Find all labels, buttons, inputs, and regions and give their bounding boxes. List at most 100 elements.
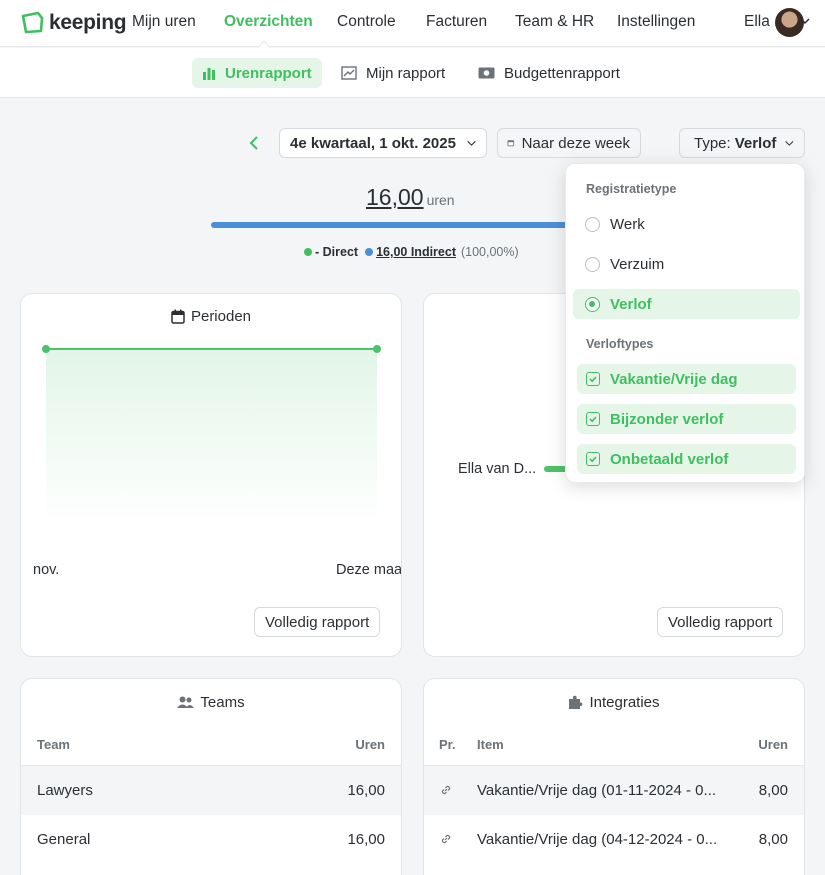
sub-navigation: Urenrapport Mijn rapport Budgettenrappor… <box>0 48 825 98</box>
radio-icon <box>585 216 600 232</box>
option-label: Werk <box>610 215 645 233</box>
teams-title: Teams <box>21 694 401 711</box>
total-hours: 16,00 uren <box>366 184 455 211</box>
integrations-title-text: Integraties <box>589 694 660 711</box>
full-report-button[interactable]: Volledig rapport <box>657 607 784 637</box>
option-label: Verlof <box>610 295 652 313</box>
chevron-left-icon[interactable] <box>246 134 264 152</box>
integration-hours: 8,00 <box>758 831 788 848</box>
link-icon[interactable] <box>440 783 452 800</box>
chevron-down-icon <box>467 140 476 146</box>
option-label: Verzuim <box>610 255 665 273</box>
period-point-start[interactable] <box>42 345 50 353</box>
tab-mijn-rapport[interactable]: Mijn rapport <box>331 58 455 88</box>
checkbox-checked-icon <box>586 372 600 386</box>
option-werk[interactable]: Werk <box>573 209 800 239</box>
nav-controle[interactable]: Controle <box>337 13 396 31</box>
nav-overzichten[interactable]: Overzichten <box>224 13 313 31</box>
top-navigation: keeping Mijn uren Overzichten Controle F… <box>0 0 825 48</box>
hours-progress-bar <box>211 222 614 228</box>
option-verlof[interactable]: Verlof <box>573 289 800 319</box>
x-axis-start-label: nov. <box>33 562 60 578</box>
leave-types-heading: Verloftypes <box>586 337 654 351</box>
direct-label: - Direct <box>315 245 359 259</box>
leave-type-label: Bijzonder verlof <box>610 410 724 428</box>
this-week-label: Naar deze week <box>521 134 630 152</box>
money-icon <box>478 67 495 79</box>
type-filter-button[interactable]: Type: Verlof <box>679 128 805 158</box>
keeping-logo-icon <box>21 11 44 34</box>
period-point-end[interactable] <box>373 345 381 353</box>
total-hours-unit: uren <box>426 192 455 208</box>
tab-urenrapport[interactable]: Urenrapport <box>192 58 322 88</box>
registration-type-heading: Registratietype <box>586 182 677 196</box>
periods-area <box>46 349 377 524</box>
type-dropdown-menu: Registratietype Werk Verzuim Verlof Verl… <box>565 163 805 483</box>
radio-selected-icon <box>585 296 600 312</box>
full-report-label: Volledig rapport <box>668 613 773 631</box>
link-icon[interactable] <box>440 832 452 849</box>
integrations-title: Integraties <box>424 694 804 711</box>
periods-line-chart <box>42 345 381 524</box>
total-hours-value[interactable]: 16,00 <box>366 184 424 211</box>
column-header-item[interactable]: Item <box>477 737 504 752</box>
integration-item: Vakantie/Vrije dag (04-12-2024 - 0... <box>477 831 718 848</box>
periods-card: Perioden nov. Deze maa Volledig rapport <box>20 293 402 657</box>
team-hours: 16,00 <box>347 831 385 848</box>
calendar-icon <box>507 140 515 147</box>
indirect-percentage: (100,00%) <box>460 245 519 259</box>
table-row[interactable]: Vakantie/Vrije dag (01-11-2024 - 0... 8,… <box>424 765 804 815</box>
x-axis-end-label: Deze maa <box>336 562 402 578</box>
full-report-button[interactable]: Volledig rapport <box>254 607 381 637</box>
users-icon <box>177 696 195 708</box>
team-name: General <box>37 831 91 848</box>
integration-hours: 8,00 <box>758 782 788 799</box>
direct-dot <box>304 248 312 256</box>
teams-card: Teams Team Uren Lawyers 16,00 General 16… <box>20 678 402 875</box>
column-header-hours[interactable]: Uren <box>355 737 385 752</box>
this-week-button[interactable]: Naar deze week <box>497 128 641 158</box>
column-header-hours[interactable]: Uren <box>758 737 788 752</box>
table-row[interactable]: Vakantie/Vrije dag (04-12-2024 - 0... 8,… <box>424 815 804 865</box>
checkbox-checked-icon <box>586 452 600 466</box>
leave-type-label: Vakantie/Vrije dag <box>610 370 738 388</box>
puzzle-icon <box>569 695 583 709</box>
team-hours: 16,00 <box>347 782 385 799</box>
user-name[interactable]: Ella <box>744 13 770 31</box>
integrations-card: Integraties Pr. Item Uren Vakantie/Vrije… <box>423 678 805 875</box>
period-select[interactable]: 4e kwartaal, 1 okt. 2025 <box>279 128 487 158</box>
chart-line-icon <box>341 66 357 80</box>
leave-type-bijzonder[interactable]: Bijzonder verlof <box>577 404 796 434</box>
nav-facturen[interactable]: Facturen <box>426 13 487 31</box>
logo-text: keeping <box>49 10 127 34</box>
nav-instellingen[interactable]: Instellingen <box>617 13 695 31</box>
full-report-label: Volledig rapport <box>265 613 370 631</box>
table-row[interactable]: Lawyers 16,00 <box>21 765 401 815</box>
team-name: Lawyers <box>37 782 93 799</box>
chevron-down-icon <box>785 140 794 146</box>
active-nav-caret-icon <box>258 40 270 48</box>
column-header-team[interactable]: Team <box>37 737 70 752</box>
type-value: Verlof <box>734 134 777 152</box>
radio-icon <box>585 256 600 272</box>
column-header-project[interactable]: Pr. <box>439 737 456 752</box>
indirect-value[interactable]: 16,00 Indirect <box>376 245 456 259</box>
checkbox-checked-icon <box>586 412 600 426</box>
logo[interactable]: keeping <box>20 10 127 35</box>
chevron-down-icon[interactable] <box>800 18 810 25</box>
type-label: Type: <box>694 134 731 152</box>
integration-item: Vakantie/Vrije dag (01-11-2024 - 0... <box>477 782 717 799</box>
leave-type-vakantie[interactable]: Vakantie/Vrije dag <box>577 364 796 394</box>
hours-legend: - Direct 16,00 Indirect (100,00%) <box>304 245 519 259</box>
leave-type-onbetaald[interactable]: Onbetaald verlof <box>577 444 796 474</box>
teams-title-text: Teams <box>200 694 245 711</box>
tab-label: Budgettenrapport <box>504 64 620 82</box>
tab-label: Urenrapport <box>225 64 312 82</box>
table-row[interactable]: General 16,00 <box>21 815 401 865</box>
bar-chart-icon <box>203 68 215 80</box>
option-verzuim[interactable]: Verzuim <box>573 249 800 279</box>
leave-type-label: Onbetaald verlof <box>610 450 729 468</box>
nav-mijn-uren[interactable]: Mijn uren <box>132 13 196 31</box>
tab-budgettenrapport[interactable]: Budgettenrapport <box>468 58 630 88</box>
nav-team-hr[interactable]: Team & HR <box>515 13 594 31</box>
